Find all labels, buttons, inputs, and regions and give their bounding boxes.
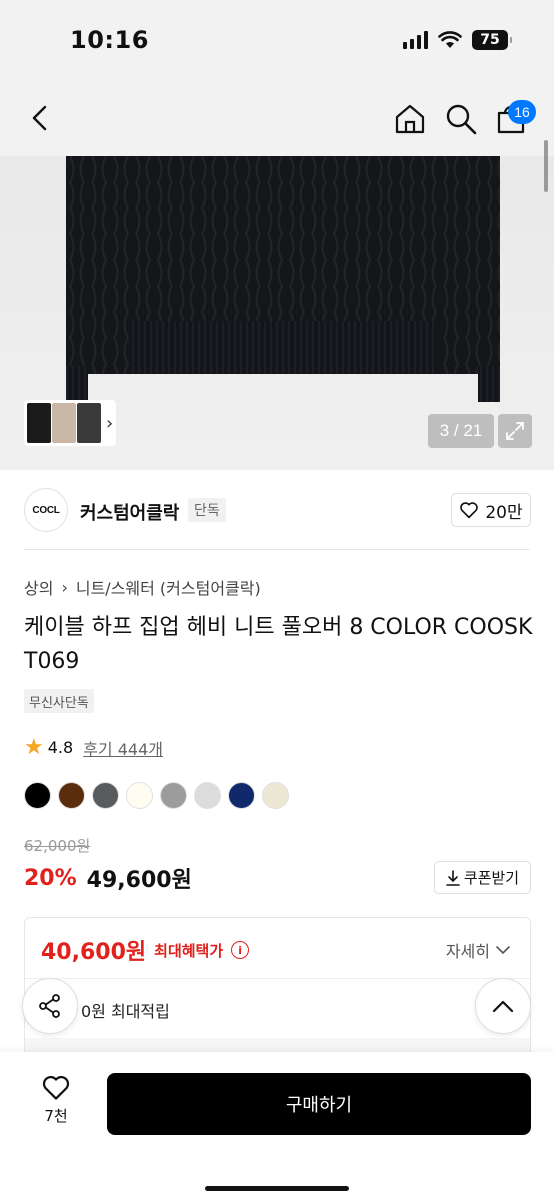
share-icon bbox=[39, 994, 60, 1018]
color-swatch[interactable] bbox=[58, 782, 85, 809]
color-swatch[interactable] bbox=[160, 782, 187, 809]
brand-like-count: 20만 bbox=[485, 502, 523, 523]
rating-value: 4.8 bbox=[47, 738, 74, 757]
coupon-button[interactable]: 쿠폰받기 bbox=[434, 861, 531, 894]
chevron-up-icon bbox=[492, 1000, 514, 1013]
brand-logo[interactable]: COCL bbox=[24, 488, 68, 532]
max-points-text: 0원 최대적립 bbox=[81, 1002, 170, 1021]
sale-price: 49,600원 bbox=[86, 868, 192, 893]
scroll-top-button[interactable] bbox=[475, 978, 531, 1034]
color-swatches bbox=[24, 782, 289, 809]
max-benefit-header: 40,600원 최대혜택가 i bbox=[41, 934, 250, 966]
image-counter: 3 / 21 bbox=[428, 414, 494, 448]
status-time: 10:16 bbox=[70, 26, 149, 54]
back-icon[interactable] bbox=[24, 102, 56, 134]
review-link[interactable]: 후기 444개 bbox=[83, 736, 163, 760]
thumbnail[interactable] bbox=[52, 403, 76, 443]
coupon-label: 쿠폰받기 bbox=[463, 869, 520, 887]
color-swatch[interactable] bbox=[262, 782, 289, 809]
cart-count-badge: 16 bbox=[508, 100, 536, 124]
home-icon[interactable] bbox=[393, 102, 427, 136]
wifi-icon bbox=[438, 31, 462, 48]
divider bbox=[24, 549, 530, 550]
status-bar: 10:16 75 bbox=[0, 0, 554, 80]
color-swatch[interactable] bbox=[228, 782, 255, 809]
chevron-right-icon: › bbox=[61, 577, 68, 597]
thumbnail[interactable] bbox=[27, 403, 51, 443]
color-swatch[interactable] bbox=[24, 782, 51, 809]
status-icons: 75 bbox=[403, 30, 512, 50]
exclusive-tag: 무신사단독 bbox=[24, 689, 94, 713]
bottom-action-bar: 7천 구매하기 bbox=[0, 1052, 554, 1200]
divider bbox=[25, 978, 530, 979]
brand-name[interactable]: 커스텀어클락 bbox=[80, 499, 179, 525]
heart-icon bbox=[460, 502, 479, 519]
breadcrumb: 상의 › 니트/스웨터 (커스텀어클락) bbox=[24, 575, 261, 599]
wishlist-button[interactable]: 7천 bbox=[36, 1074, 76, 1126]
scrollbar[interactable] bbox=[544, 140, 548, 192]
detail-toggle[interactable]: 자세히 bbox=[446, 938, 510, 962]
color-swatch[interactable] bbox=[194, 782, 221, 809]
product-title: 케이블 하프 집업 헤비 니트 풀오버 8 COLOR COOSKT069 bbox=[24, 615, 533, 674]
breadcrumb-item[interactable]: 니트/스웨터 (커스텀어클락) bbox=[76, 575, 261, 599]
buy-button[interactable]: 구매하기 bbox=[107, 1073, 531, 1135]
search-icon[interactable] bbox=[444, 102, 478, 136]
star-icon: ★ bbox=[24, 735, 44, 760]
brand-exclusive-badge: 단독 bbox=[188, 498, 226, 522]
detail-label: 자세히 bbox=[445, 942, 490, 961]
color-swatch[interactable] bbox=[92, 782, 119, 809]
expand-button[interactable] bbox=[498, 414, 532, 448]
nav-bar bbox=[0, 80, 554, 156]
max-benefit-label: 최대혜택가 bbox=[154, 941, 224, 960]
rating-row: ★ 4.8 후기 444개 bbox=[24, 735, 163, 760]
signal-icon bbox=[403, 31, 428, 49]
max-benefit-price: 40,600원 bbox=[41, 940, 147, 965]
heart-icon bbox=[42, 1075, 70, 1100]
info-icon[interactable]: i bbox=[231, 941, 250, 959]
price-row: 20% 49,600원 bbox=[24, 862, 192, 894]
breadcrumb-item[interactable]: 상의 bbox=[24, 575, 53, 599]
expand-icon bbox=[506, 422, 524, 440]
chevron-down-icon bbox=[496, 946, 510, 955]
share-button[interactable] bbox=[22, 978, 78, 1034]
discount-rate: 20% bbox=[24, 865, 77, 891]
thumbnail-strip[interactable]: › bbox=[24, 400, 116, 446]
download-icon bbox=[446, 869, 460, 886]
home-indicator bbox=[205, 1186, 349, 1191]
color-swatch[interactable] bbox=[126, 782, 153, 809]
chevron-right-icon: › bbox=[106, 412, 114, 434]
thumbnail[interactable] bbox=[77, 403, 101, 443]
brand-like-button[interactable]: 20만 bbox=[451, 493, 531, 527]
max-benefit-box: 40,600원 최대혜택가 i 자세히 0원 최대적립 bbox=[24, 917, 531, 1057]
wishlist-count: 7천 bbox=[44, 1107, 68, 1125]
battery-icon: 75 bbox=[472, 30, 512, 50]
original-price: 62,000원 bbox=[24, 837, 91, 855]
